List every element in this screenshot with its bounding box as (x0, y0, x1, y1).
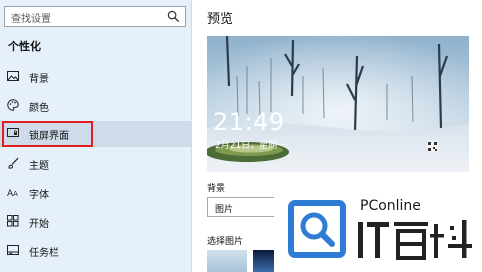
palette-icon (7, 99, 19, 111)
watermark-brand: PConline (360, 198, 421, 214)
sidebar-item-start[interactable]: 开始 (0, 209, 192, 235)
sidebar-item-label: 字体 (29, 190, 49, 201)
image-icon (7, 71, 19, 81)
page-title: 预览 (207, 12, 234, 27)
lock-screen-preview: 21:49 2月21日，星期一 (207, 36, 469, 172)
clock-date: 2月21日，星期一 (215, 141, 287, 151)
sidebar-item-label: 主题 (29, 161, 49, 172)
start-icon (7, 215, 19, 227)
font-icon: A A (7, 189, 18, 198)
selection-highlight-box (2, 121, 93, 147)
background-dropdown-value: 图片 (215, 205, 234, 215)
background-label: 背景 (207, 184, 226, 194)
settings-sidebar: 查找设置 个性化 背景 颜色 锁屏界面 主题 A A 字体 开始 任务栏 (0, 0, 192, 272)
sidebar-item-background[interactable]: 背景 (0, 64, 192, 90)
picture-thumbnail[interactable] (207, 250, 247, 272)
pconline-watermark: PConline (274, 190, 482, 272)
qr-code-icon (427, 141, 438, 152)
sidebar-item-label: 背景 (29, 74, 49, 85)
search-icon[interactable] (167, 10, 180, 23)
sidebar-item-label: 任务栏 (29, 248, 59, 259)
brush-icon (8, 157, 19, 169)
choose-picture-label: 选择图片 (207, 237, 244, 247)
sidebar-item-colors[interactable]: 颜色 (0, 93, 192, 119)
search-input[interactable]: 查找设置 (4, 6, 186, 27)
sidebar-item-label: 开始 (29, 219, 49, 230)
sidebar-item-label: 颜色 (29, 103, 49, 114)
sidebar-item-themes[interactable]: 主题 (0, 151, 192, 177)
sidebar-item-taskbar[interactable]: 任务栏 (0, 238, 192, 264)
clock-time: 21:49 (213, 108, 285, 136)
search-placeholder: 查找设置 (11, 14, 51, 25)
section-title: 个性化 (8, 40, 41, 53)
taskbar-icon (7, 245, 19, 255)
svg-text:A: A (13, 190, 18, 198)
it-baike-logo-icon (358, 220, 472, 260)
sidebar-item-fonts[interactable]: A A 字体 (0, 180, 192, 206)
pconline-logo-icon (288, 200, 346, 258)
